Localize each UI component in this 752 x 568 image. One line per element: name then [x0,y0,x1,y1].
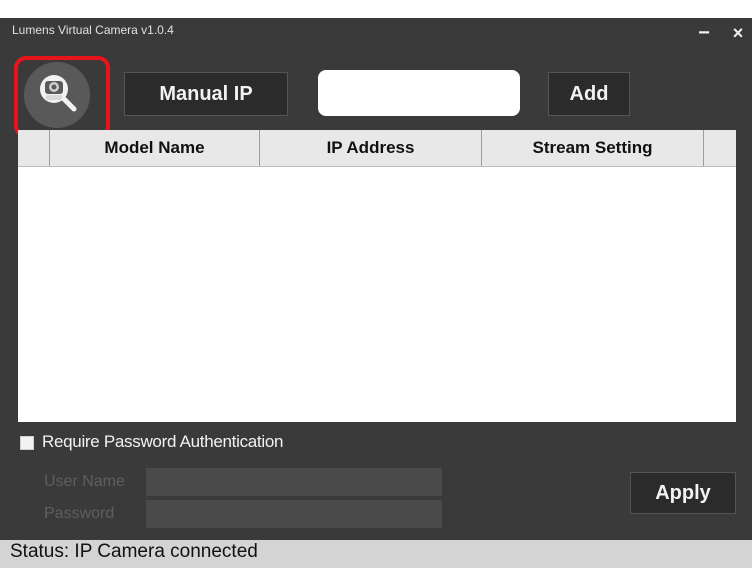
ip-address-input[interactable] [318,70,520,116]
close-button[interactable]: × [724,19,752,47]
toolbar: Manual IP Add [0,48,752,138]
status-text: Status: IP Camera connected [10,541,258,562]
column-header-stream-setting[interactable]: Stream Setting [482,130,704,166]
require-password-checkbox[interactable] [20,436,34,450]
camera-table[interactable]: Model Name IP Address Stream Setting [18,130,736,422]
require-password-label[interactable]: Require Password Authentication [42,432,283,452]
status-bar: Status: IP Camera connected [0,540,752,568]
highlight-annotation [14,56,110,138]
apply-button[interactable]: Apply [630,472,736,514]
column-header-extra [704,130,736,166]
user-name-label: User Name [44,473,125,490]
table-header: Model Name IP Address Stream Setting [18,130,736,167]
window-title: Lumens Virtual Camera v1.0.4 [12,23,174,37]
column-header-select[interactable] [18,130,50,166]
column-header-model-name[interactable]: Model Name [50,130,260,166]
app-window: Lumens Virtual Camera v1.0.4 − × Manual … [0,18,752,568]
table-body[interactable] [18,167,736,422]
user-name-input[interactable] [146,468,442,496]
manual-ip-button[interactable]: Manual IP [124,72,288,116]
add-button[interactable]: Add [548,72,630,116]
minimize-button[interactable]: − [690,19,718,47]
password-label: Password [44,505,115,522]
column-header-ip-address[interactable]: IP Address [260,130,482,166]
title-bar[interactable]: Lumens Virtual Camera v1.0.4 − × [0,18,752,48]
password-input[interactable] [146,500,442,528]
